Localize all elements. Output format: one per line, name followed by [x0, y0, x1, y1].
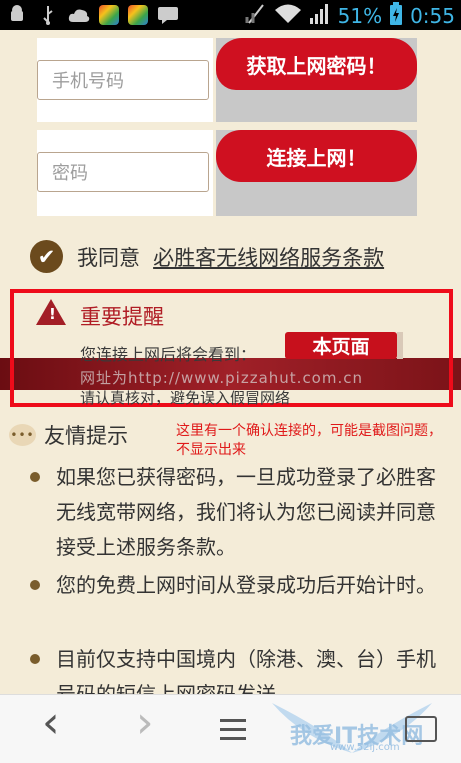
tips-title: 友情提示 — [44, 424, 128, 448]
bullet-icon — [30, 472, 40, 482]
important-notice-box: ! 重要提醒 您连接上网后将会看到： 本页面 网址为http://www.piz… — [10, 289, 453, 407]
clock: 0:55 — [410, 4, 455, 28]
connect-cell: 连接上网！ — [216, 130, 417, 216]
status-bar: 51% 0:55 — [0, 0, 461, 30]
agreement-row: ✔ 我同意 必胜客无线网络服务条款 — [30, 240, 384, 273]
notice-title: 重要提醒 — [80, 305, 164, 329]
status-left-icons — [6, 4, 179, 26]
password-input[interactable]: 密码 — [37, 152, 209, 192]
signal-icon — [309, 3, 331, 29]
warning-icon: ! — [36, 299, 66, 325]
battery-percent: 51% — [337, 4, 383, 28]
cloud-icon — [68, 4, 90, 26]
checkmark-icon[interactable]: ✔ — [30, 240, 63, 273]
usb-icon — [37, 4, 59, 26]
signal-off-icon — [245, 3, 267, 29]
tabs-icon[interactable] — [405, 716, 437, 742]
verify-line: 请认真核对，避免误入假冒网络 — [80, 389, 291, 407]
android-icon — [6, 4, 28, 26]
wifi-icon — [274, 3, 302, 29]
terms-link[interactable]: 必胜客无线网络服务条款 — [153, 246, 384, 270]
battery-charging-icon — [389, 2, 403, 30]
status-right: 51% 0:55 — [245, 2, 455, 30]
url-line: 网址为http://www.pizzahut.com.cn — [80, 369, 363, 387]
phone-input[interactable]: 手机号码 — [37, 60, 209, 100]
password-cell: 密码 — [37, 130, 213, 216]
bullet-icon — [30, 654, 40, 664]
notice-line: 您连接上网后将会看到： — [80, 345, 257, 364]
connect-button[interactable]: 连接上网！ — [216, 130, 417, 182]
forward-button[interactable]: › — [136, 697, 154, 748]
this-page-button-edge — [397, 332, 403, 359]
menu-icon[interactable] — [220, 719, 246, 741]
chat-bubble-icon: ••• — [9, 424, 36, 446]
message-icon — [157, 4, 179, 26]
annotation-text: 这里有一个确认连接的，可能是截图问题，不显示出来 — [176, 423, 442, 458]
watermark-url: www.52ij.com — [330, 742, 400, 753]
app-icon — [99, 5, 119, 25]
phone-cell: 手机号码 — [37, 38, 213, 122]
get-password-button[interactable]: 获取上网密码！ — [216, 38, 417, 90]
app-icon — [128, 5, 148, 25]
agreement-prefix: 我同意 — [77, 245, 140, 270]
bullet-icon — [30, 580, 40, 590]
tip-text: 如果您已获得密码，一旦成功登录了必胜客无线宽带网络，我们将认为您已阅读并同意接受… — [56, 465, 436, 559]
get-password-cell: 获取上网密码！ — [216, 38, 417, 122]
this-page-button[interactable]: 本页面 — [285, 332, 397, 359]
tips-header: ••• 友情提示 — [9, 420, 128, 450]
tip-text: 您的免费上网时间从登录成功后开始计时。 — [56, 573, 436, 597]
back-button[interactable]: ‹ — [42, 697, 60, 748]
